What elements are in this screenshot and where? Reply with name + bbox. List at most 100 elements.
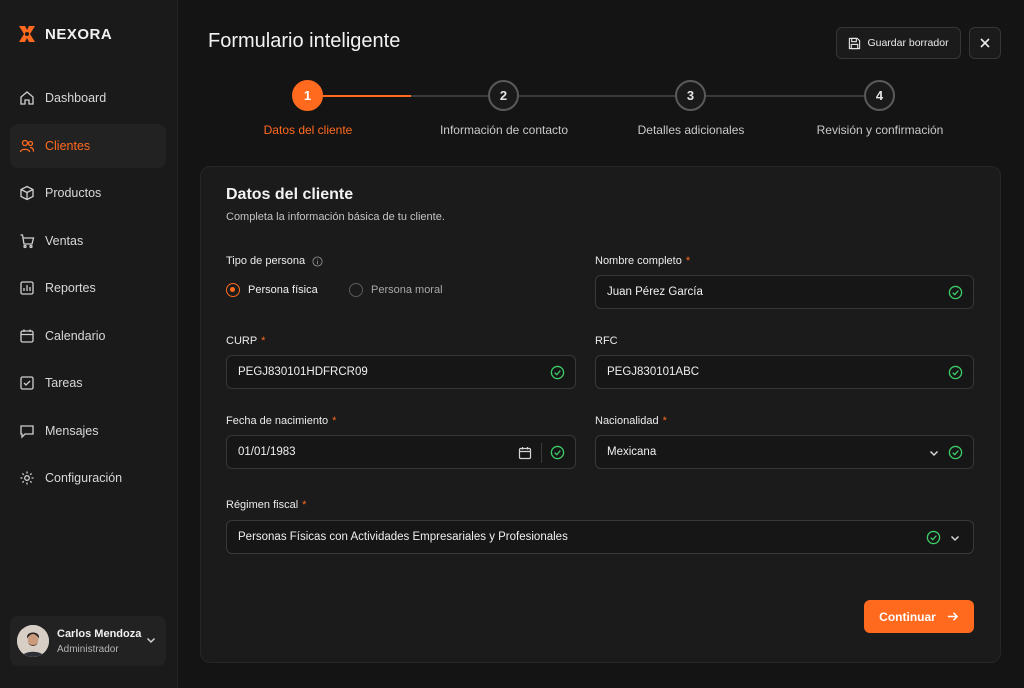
sidebar-item-label: Mensajes: [45, 423, 99, 438]
sidebar-item-reportes[interactable]: Reportes: [10, 266, 166, 310]
sidebar-item-productos[interactable]: Productos: [10, 171, 166, 215]
check-circle-icon: [926, 530, 941, 545]
cart-icon: [20, 233, 35, 248]
step-1-label[interactable]: Datos del cliente: [264, 123, 353, 137]
sidebar-item-calendario[interactable]: Calendario: [10, 314, 166, 358]
save-icon: [849, 37, 861, 49]
users-icon: [19, 139, 35, 152]
avatar: [17, 625, 49, 657]
user-menu[interactable]: Carlos Mendoza Administrador: [10, 616, 166, 666]
check-circle-icon: [550, 365, 565, 380]
rfc-value: PEGJ830101ABC: [607, 366, 700, 378]
radio-dot: [226, 283, 240, 297]
sidebar-item-label: Clientes: [45, 138, 91, 153]
person-type-label: Tipo de persona: [226, 255, 323, 267]
step-progress: [322, 95, 411, 97]
step-2-circle[interactable]: 2: [488, 80, 519, 111]
birth-date-label-text: Fecha de nacimiento: [226, 415, 329, 427]
info-icon[interactable]: [312, 255, 323, 267]
sidebar-item-label: Productos: [45, 186, 102, 200]
full-name-label: Nombre completo *: [595, 255, 690, 267]
chevron-down-icon: [929, 450, 939, 457]
tax-regime-select[interactable]: Personas Físicas con Actividades Empresa…: [226, 520, 974, 554]
sidebar: NEXORA Dashboard Clientes Productos Vent…: [0, 0, 178, 688]
continue-label: Continuar: [879, 609, 936, 624]
rfc-label: RFC: [595, 335, 618, 347]
nationality-select[interactable]: Mexicana: [595, 435, 974, 469]
step-4-circle[interactable]: 4: [864, 80, 895, 111]
sidebar-item-label: Tareas: [45, 376, 83, 390]
calendar-icon: [20, 329, 34, 343]
check-circle-icon: [948, 285, 963, 300]
calendar-icon[interactable]: [518, 446, 532, 460]
close-icon: [980, 38, 990, 48]
full-name-value: Juan Pérez García: [607, 286, 703, 298]
brand-name: NEXORA: [45, 25, 113, 43]
person-type-label-text: Tipo de persona: [226, 255, 306, 267]
required-marker: *: [332, 415, 337, 427]
arrow-right-icon: [947, 612, 959, 621]
chevron-down-icon: [950, 535, 960, 542]
step-4-label[interactable]: Revisión y confirmación: [817, 123, 944, 137]
gear-icon: [20, 471, 34, 485]
close-button[interactable]: [969, 27, 1001, 59]
save-draft-button[interactable]: Guardar borrador: [836, 27, 961, 59]
sidebar-item-tareas[interactable]: Tareas: [10, 361, 166, 405]
user-role: Administrador: [57, 643, 119, 655]
radio-persona-moral[interactable]: Persona moral: [349, 283, 443, 297]
radio-label: Persona moral: [371, 284, 443, 296]
radio-label: Persona física: [248, 284, 318, 296]
step-1-circle[interactable]: 1: [292, 80, 323, 111]
radio-dot: [349, 283, 363, 297]
nationality-value: Mexicana: [607, 446, 657, 458]
curp-value: PEGJ830101HDFRCR09: [238, 366, 368, 378]
check-circle-icon: [948, 365, 963, 380]
box-icon: [20, 185, 34, 201]
step-3-circle[interactable]: 3: [675, 80, 706, 111]
sidebar-item-label: Dashboard: [45, 91, 107, 105]
brand: NEXORA: [17, 24, 112, 44]
form-subtitle: Completa la información básica de tu cli…: [226, 211, 445, 223]
rfc-field[interactable]: PEGJ830101ABC: [595, 355, 974, 389]
required-marker: *: [302, 499, 307, 511]
sidebar-item-label: Reportes: [45, 281, 96, 295]
step-2-label[interactable]: Información de contacto: [440, 123, 568, 137]
tax-regime-label-text: Régimen fiscal: [226, 499, 299, 511]
check-circle-icon: [948, 445, 963, 460]
continue-button[interactable]: Continuar: [864, 600, 974, 633]
sidebar-item-mensajes[interactable]: Mensajes: [10, 409, 166, 453]
sidebar-item-dashboard[interactable]: Dashboard: [10, 76, 166, 120]
step-3-label[interactable]: Detalles adicionales: [638, 123, 745, 137]
rfc-label-text: RFC: [595, 335, 618, 347]
task-icon: [20, 376, 34, 390]
sidebar-item-clientes[interactable]: Clientes: [10, 123, 166, 168]
sidebar-nav: Dashboard Clientes Productos Ventas Repo…: [10, 76, 166, 504]
radio-persona-fisica[interactable]: Persona física: [226, 283, 318, 297]
required-marker: *: [685, 255, 691, 267]
required-marker: *: [662, 415, 667, 427]
nationality-label: Nacionalidad *: [595, 415, 667, 427]
form-title: Datos del cliente: [226, 186, 354, 203]
required-marker: *: [261, 335, 266, 347]
birth-date-label: Fecha de nacimiento *: [226, 415, 336, 427]
page-title: Formulario inteligente: [208, 30, 401, 52]
field-divider: [541, 443, 542, 463]
chart-icon: [20, 281, 34, 295]
save-draft-label: Guardar borrador: [867, 37, 949, 49]
curp-field[interactable]: PEGJ830101HDFRCR09: [226, 355, 576, 389]
sidebar-item-ventas[interactable]: Ventas: [10, 219, 166, 263]
step-connector: [519, 95, 675, 97]
sidebar-item-label: Configuración: [45, 471, 123, 485]
chevron-down-icon[interactable]: [145, 634, 157, 646]
nationality-label-text: Nacionalidad: [595, 415, 659, 427]
home-icon: [20, 91, 34, 105]
curp-label: CURP *: [226, 335, 265, 347]
avatar-image: [17, 625, 49, 657]
birth-date-field[interactable]: 01/01/1983: [226, 435, 576, 469]
sidebar-item-configuracion[interactable]: Configuración: [10, 456, 166, 500]
full-name-field[interactable]: Juan Pérez García: [595, 275, 974, 309]
nexora-logo-icon: [19, 26, 35, 42]
message-icon: [20, 424, 34, 439]
sidebar-item-label: Calendario: [45, 328, 106, 343]
step-connector: [706, 95, 864, 97]
